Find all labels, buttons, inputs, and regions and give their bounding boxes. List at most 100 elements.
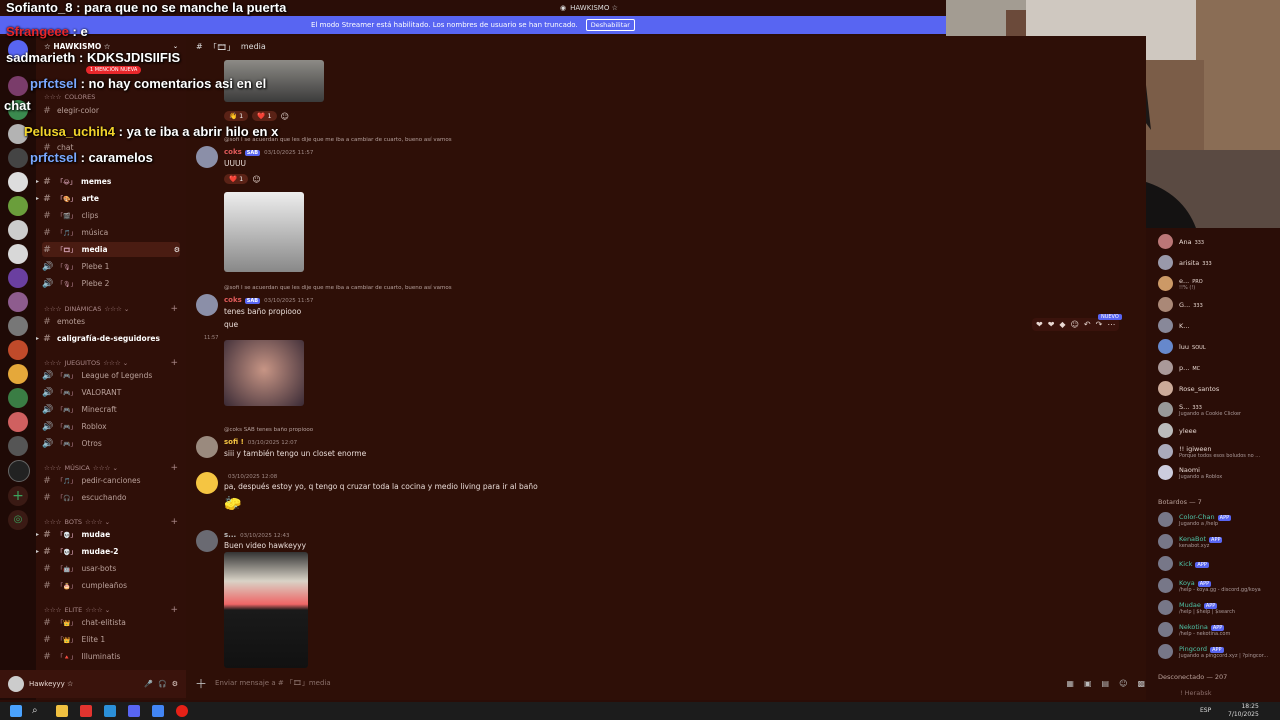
member-item[interactable]: S... 333 Jugando a Cookie Clicker [1158, 402, 1278, 417]
avatar[interactable] [1158, 534, 1173, 549]
clock[interactable]: 18:25 7/10/2025 [1228, 703, 1259, 719]
server-icon[interactable] [8, 436, 28, 456]
voice-minecraft[interactable]: 🔊 「🎮」 Minecraft [42, 402, 180, 417]
avatar[interactable] [1158, 339, 1173, 354]
discord-icon[interactable] [128, 705, 140, 717]
channel-caligrafia[interactable]: ▸ # caligrafía-de-seguidores [36, 331, 180, 346]
voice-elite-1[interactable]: # 「👑」 Elite 1 [42, 632, 180, 647]
image-attachment[interactable] [224, 192, 304, 272]
member-item[interactable]: G... 333 [1158, 297, 1278, 312]
avatar[interactable] [1158, 578, 1173, 593]
channel-media[interactable]: # 「🎞」 media ⚙ [42, 242, 180, 257]
avatar[interactable] [196, 294, 218, 316]
reactions[interactable]: ❤️ 1 ☺ [224, 174, 261, 184]
server-icon[interactable] [8, 364, 28, 384]
mic-muted-icon[interactable]: 🎤 [144, 680, 153, 688]
bot-item[interactable]: Koya APP/help - koya.gg - discord.gg/koya [1158, 578, 1278, 593]
member-item[interactable]: p... MC [1158, 360, 1278, 375]
voice-lol[interactable]: 🔊 「🎮」 League of Legends [42, 368, 180, 383]
category-colores[interactable]: ☆☆☆ COLORES [44, 93, 178, 101]
member-item[interactable]: Ana 333 [1158, 234, 1278, 249]
server-icon[interactable] [8, 148, 28, 168]
search-icon[interactable]: ⌕ [32, 705, 44, 717]
bot-item[interactable]: Mudae APP/help | $help | $search [1158, 600, 1278, 615]
member-item[interactable]: arisita 333 [1158, 255, 1278, 270]
avatar[interactable] [1158, 360, 1173, 375]
channel-chat-elitista[interactable]: # 「👑」 chat-elitista [42, 615, 180, 630]
server-icon[interactable] [8, 292, 28, 312]
channel-clips[interactable]: # 「🎬」 clips [42, 208, 180, 223]
category-musica[interactable]: ☆☆☆ MÚSICA ☆☆☆ ⌄ + [44, 463, 178, 473]
message-author[interactable]: s... 03/10/2025 12:43 [224, 531, 289, 539]
avatar[interactable] [1158, 465, 1173, 480]
reply-preview[interactable]: @sofi I se acuerdan que les dije que me … [224, 285, 452, 291]
avatar[interactable] [1158, 444, 1173, 459]
channel-pedir-canciones[interactable]: # 「🎵」 pedir-canciones [42, 473, 180, 488]
chrome-icon[interactable] [152, 705, 164, 717]
server-icon[interactable] [8, 172, 28, 192]
category-bots[interactable]: ☆☆☆ BOTS ☆☆☆ ⌄ + [44, 517, 178, 527]
server-icon[interactable] [8, 340, 28, 360]
bot-item[interactable]: KenaBot APP kenabot.xyz [1158, 534, 1278, 549]
avatar[interactable] [1158, 402, 1173, 417]
keyboard-lang[interactable]: ESP [1200, 707, 1211, 714]
bot-item[interactable]: Color-Chan APP Jugando a /help [1158, 512, 1278, 527]
voice-plebe-2[interactable]: 🔊 「🎙」 Plebe 2 [42, 276, 180, 291]
message-author[interactable]: coks SAB 03/10/2025 11:57 [224, 148, 313, 156]
avatar[interactable] [196, 436, 218, 458]
image-attachment[interactable] [224, 340, 304, 406]
gear-icon[interactable]: ⚙ [172, 680, 178, 688]
channel-illuminatis[interactable]: # 「🔺」 Illuminatis [42, 649, 180, 664]
channel-elegir-color[interactable]: # elegir-color [42, 103, 180, 118]
bot-item[interactable]: Nekotina APP/help - nekotina.com [1158, 622, 1278, 637]
member-item[interactable]: Naomi Jugando a Roblox [1158, 465, 1278, 480]
member-item[interactable]: K... [1158, 318, 1278, 333]
voice-valorant[interactable]: 🔊 「🎮」 VALORANT [42, 385, 180, 400]
channel-usar-bots[interactable]: # 「🤖」 usar-bots [42, 561, 180, 576]
brave-icon[interactable] [80, 705, 92, 717]
avatar[interactable] [1158, 556, 1173, 571]
server-icon[interactable] [8, 220, 28, 240]
explore-icon[interactable]: ◎ [8, 510, 28, 530]
avatar[interactable] [1158, 234, 1173, 249]
server-icon[interactable] [8, 412, 28, 432]
add-attachment-icon[interactable]: ＋ [195, 675, 207, 692]
member-item[interactable]: Rose_santos [1158, 381, 1278, 396]
voice-otros[interactable]: 🔊 「🎮」 Otros [42, 436, 180, 451]
server-icon[interactable] [8, 316, 28, 336]
voice-plebe-1[interactable]: 🔊 「🎙」 Plebe 1 [42, 259, 180, 274]
member-item[interactable]: e... PRO!!% (!) [1158, 276, 1278, 291]
mention-badge[interactable]: 1 MENCIÓN NUEVA [86, 66, 142, 74]
channel-musica[interactable]: # 「🎵」 música [42, 225, 180, 240]
server-icon[interactable] [8, 268, 28, 288]
avatar[interactable] [1158, 644, 1173, 659]
image-attachment[interactable] [224, 552, 308, 668]
composer-input[interactable]: Enviar mensaje a # 「🎞」media [215, 678, 331, 688]
message-author[interactable]: sofi ! 03/10/2025 12:07 [224, 438, 297, 446]
avatar[interactable] [1158, 318, 1173, 333]
avatar[interactable] [1158, 622, 1173, 637]
channel-mudae[interactable]: ▸ # 「💀」 mudae [36, 527, 180, 542]
server-icon[interactable] [8, 388, 28, 408]
message-composer[interactable]: ＋ Enviar mensaje a # 「🎞」media ▦ ▣ ▤ ☺ ▩ [195, 674, 1145, 692]
voice-roblox[interactable]: 🔊 「🎮」 Roblox [42, 419, 180, 434]
avatar[interactable] [1158, 600, 1173, 615]
app-icon[interactable] [104, 705, 116, 717]
server-icon[interactable] [8, 76, 28, 96]
explorer-icon[interactable] [56, 705, 68, 717]
avatar[interactable] [1158, 423, 1173, 438]
reply-preview[interactable]: @coks SAB tenes baño propiooo [224, 427, 313, 433]
channel-mudae-2[interactable]: ▸ # 「💀」 mudae-2 [36, 544, 180, 559]
member-item[interactable]: luu SOUL [1158, 339, 1278, 354]
channel-cumpleanos[interactable]: # 「🎂」 cumpleaños [42, 578, 180, 593]
disable-streamer-button[interactable]: Deshabilitar [585, 19, 635, 31]
category-elite[interactable]: ☆☆☆ ELITE ☆☆☆ ⌄ + [44, 605, 178, 615]
headphones-icon[interactable]: 🎧 [158, 680, 167, 688]
obs-icon[interactable] [176, 705, 188, 717]
avatar[interactable] [1158, 276, 1173, 291]
channel-emotes[interactable]: # emotes [42, 314, 180, 329]
bot-item[interactable]: Pingcord APP Jugando a pingcord.xyz | ?pin… [1158, 644, 1278, 659]
avatar[interactable] [1158, 381, 1173, 396]
member-item[interactable]: !! igiween Porque todos esos boludos no .… [1158, 444, 1278, 459]
member-item[interactable]: yleee [1158, 423, 1278, 438]
